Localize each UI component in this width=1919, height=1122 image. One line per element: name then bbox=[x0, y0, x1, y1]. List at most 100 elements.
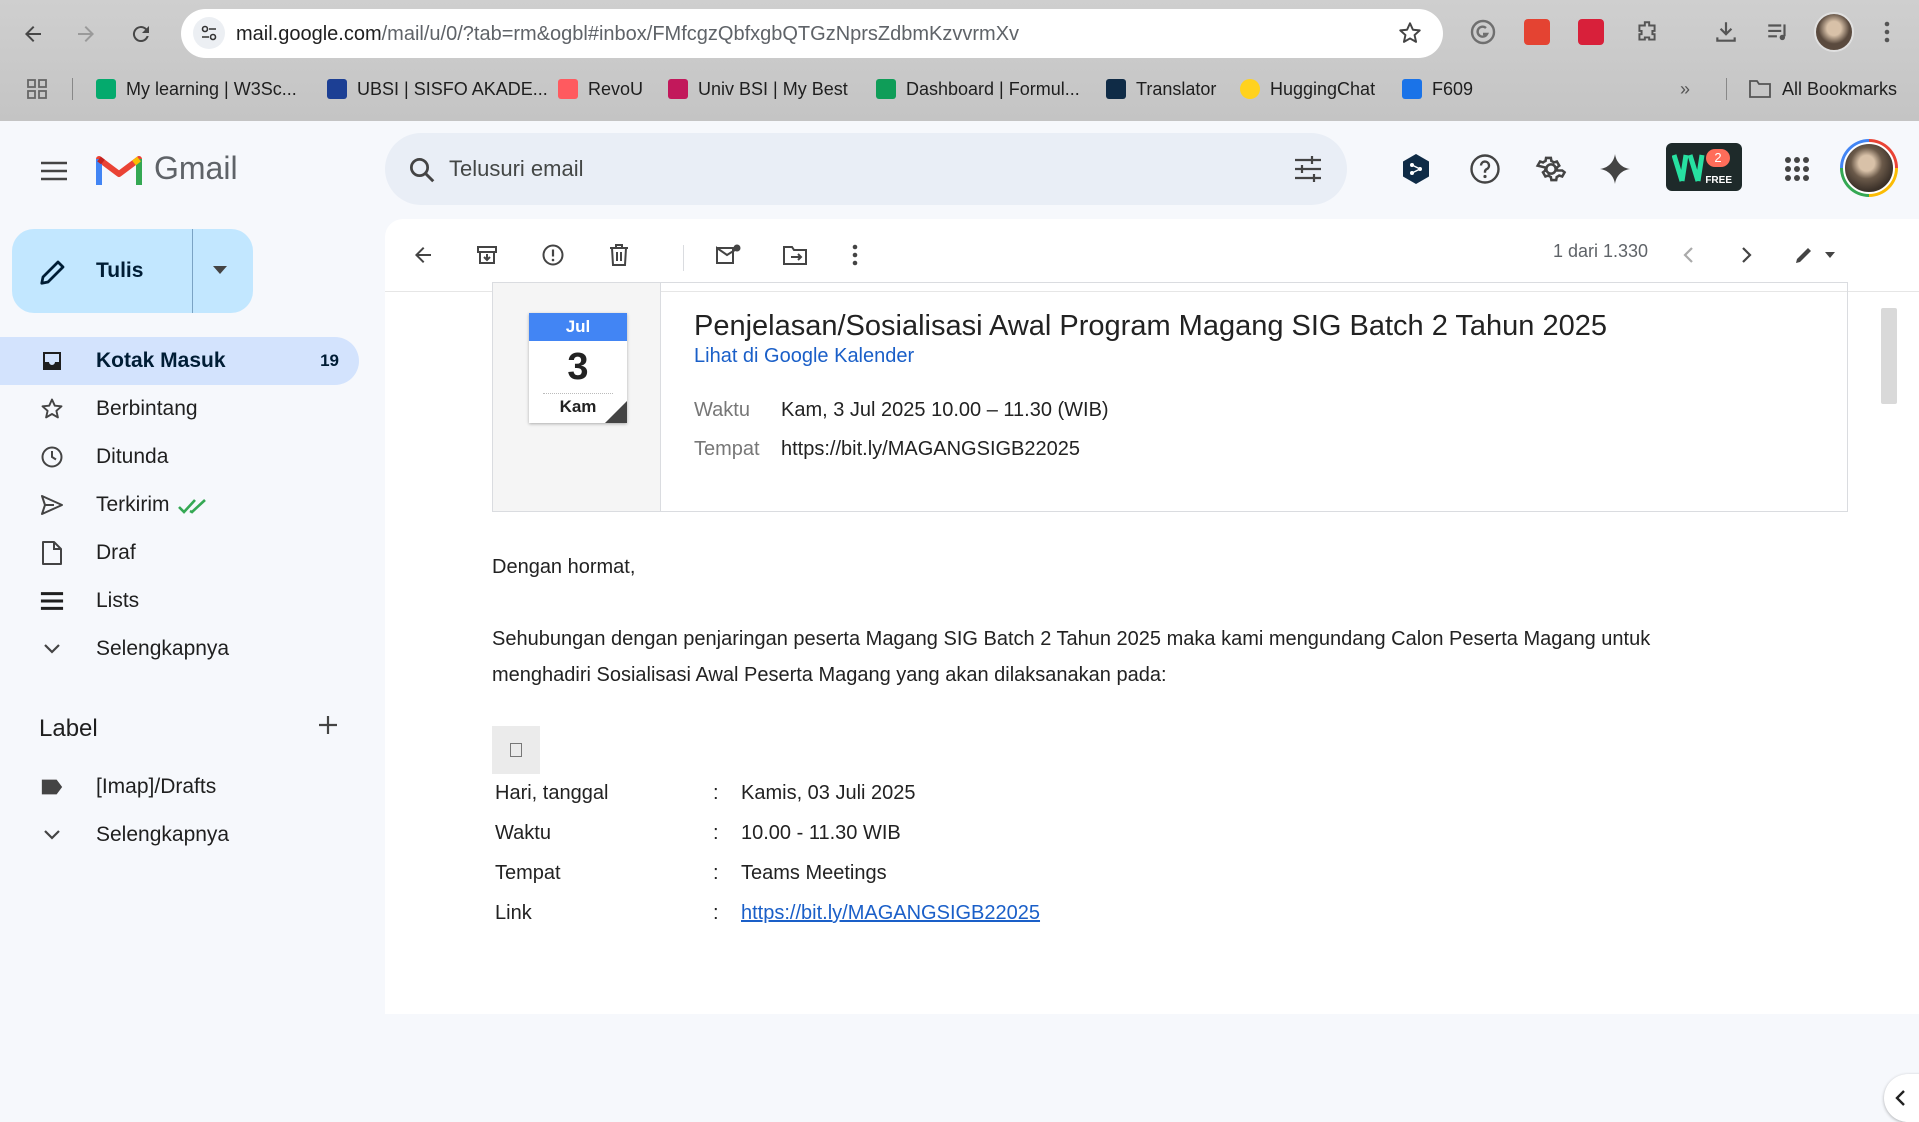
url-host: mail.google.com bbox=[236, 23, 382, 45]
search-options-icon[interactable] bbox=[1293, 155, 1323, 183]
bookmark-translator[interactable]: Translator bbox=[1106, 76, 1216, 102]
nav-lists[interactable]: Lists bbox=[0, 577, 359, 625]
delete-icon[interactable] bbox=[599, 235, 639, 275]
bookmark-label: UBSI | SISFO AKADE... bbox=[357, 78, 548, 99]
url-text[interactable]: mail.google.com/mail/u/0/?tab=rm&ogbl#in… bbox=[236, 23, 1019, 46]
search-icon[interactable] bbox=[407, 155, 437, 185]
address-bar[interactable]: mail.google.com/mail/u/0/?tab=rm&ogbl#in… bbox=[181, 9, 1443, 58]
bookmark-star-icon[interactable] bbox=[1397, 20, 1423, 46]
bookmark-dashboard[interactable]: Dashboard | Formul... bbox=[876, 76, 1080, 102]
detail-key: Link bbox=[495, 902, 532, 924]
bookmark-label: Univ BSI | My Best bbox=[698, 78, 848, 99]
bookmarks-bar: My learning | W3Sc... UBSI | SISFO AKADE… bbox=[0, 72, 1919, 106]
bookmark-huggingchat[interactable]: HuggingChat bbox=[1240, 76, 1375, 102]
download-icon[interactable] bbox=[1711, 17, 1741, 47]
input-tools-icon[interactable] bbox=[1785, 235, 1845, 275]
deepl-extension-icon[interactable] bbox=[1394, 147, 1438, 191]
label-heading: Label bbox=[39, 715, 98, 742]
grammarly-icon[interactable] bbox=[1468, 17, 1498, 47]
site-settings-icon[interactable] bbox=[193, 17, 225, 49]
move-to-icon[interactable] bbox=[775, 235, 815, 275]
zte-icon bbox=[1402, 79, 1422, 99]
profile-avatar-icon[interactable] bbox=[1814, 12, 1854, 52]
extensions-puzzle-icon[interactable] bbox=[1632, 17, 1662, 47]
search-input[interactable] bbox=[449, 151, 1229, 187]
mendeley-icon[interactable] bbox=[1576, 17, 1606, 47]
nav-starred[interactable]: Berbintang bbox=[0, 385, 359, 433]
label-icon bbox=[40, 775, 64, 799]
event-place-value: https://bit.ly/MAGANGSIGB22025 bbox=[781, 438, 1081, 460]
email-greeting: Dengan hormat, bbox=[492, 556, 636, 578]
detail-value: Kamis, 03 Juli 2025 bbox=[741, 782, 916, 804]
all-bookmarks[interactable]: All Bookmarks bbox=[1748, 76, 1897, 102]
nav-snoozed[interactable]: Ditunda bbox=[0, 433, 359, 481]
w3schools-icon bbox=[96, 79, 116, 99]
bookmark-univ-bsi[interactable]: Univ BSI | My Best bbox=[668, 76, 848, 102]
settings-gear-icon[interactable] bbox=[1529, 147, 1573, 191]
search-bar[interactable] bbox=[385, 133, 1347, 205]
deepl-icon bbox=[1106, 79, 1126, 99]
nav-more[interactable]: Selengkapnya bbox=[0, 625, 359, 673]
event-time-label: Waktu bbox=[694, 399, 750, 421]
nav-sent[interactable]: Terkirim bbox=[0, 481, 359, 529]
more-actions-icon[interactable] bbox=[835, 235, 875, 275]
calendar-month: Jul bbox=[529, 313, 627, 341]
todoist-icon[interactable] bbox=[1522, 17, 1552, 47]
bookmark-label: HuggingChat bbox=[1270, 78, 1376, 99]
detail-colon: : bbox=[713, 902, 719, 924]
chevron-down-icon bbox=[40, 637, 64, 661]
compose-options-icon[interactable] bbox=[212, 265, 228, 275]
older-chevron-icon[interactable] bbox=[1727, 235, 1767, 275]
calendar-date-icon: Jul 3 Kam bbox=[529, 313, 627, 423]
mark-unread-icon[interactable] bbox=[709, 235, 749, 275]
add-label-icon[interactable] bbox=[316, 713, 340, 737]
detail-colon: : bbox=[713, 822, 719, 844]
revou-icon bbox=[558, 79, 578, 99]
label-more[interactable]: Selengkapnya bbox=[0, 811, 359, 859]
bookmarks-overflow-icon[interactable]: » bbox=[1680, 76, 1690, 102]
extension-free-badge[interactable]: 2 FREE bbox=[1666, 143, 1742, 191]
all-bookmarks-label: All Bookmarks bbox=[1782, 78, 1898, 99]
calendar-day: 3 bbox=[567, 346, 589, 388]
report-spam-icon[interactable] bbox=[533, 235, 573, 275]
label-imap-drafts[interactable]: [Imap]/Drafts bbox=[0, 763, 359, 811]
account-avatar[interactable] bbox=[1840, 139, 1898, 197]
forward-icon[interactable] bbox=[66, 14, 106, 54]
send-icon bbox=[40, 493, 64, 517]
back-to-inbox-icon[interactable] bbox=[403, 235, 443, 275]
url-path: /mail/u/0/?tab=rm&ogbl#inbox/FMfcgzQbfxg… bbox=[381, 23, 1020, 45]
unread-count: 19 bbox=[320, 351, 339, 370]
chevron-left-icon bbox=[1895, 1090, 1905, 1106]
gmail-wordmark: Gmail bbox=[154, 150, 238, 186]
apps-grid-icon[interactable] bbox=[26, 76, 48, 102]
detail-colon: : bbox=[713, 862, 719, 884]
calendar-date-panel: Jul 3 Kam bbox=[493, 283, 661, 511]
bookmark-w3schools[interactable]: My learning | W3Sc... bbox=[96, 76, 297, 102]
extension-badge-text: FREE bbox=[1705, 175, 1732, 186]
gmail-logo[interactable]: Gmail bbox=[96, 150, 238, 187]
reload-icon[interactable] bbox=[121, 14, 161, 54]
chrome-menu-icon[interactable] bbox=[1872, 17, 1902, 47]
bookmark-f609[interactable]: F609 bbox=[1402, 76, 1473, 102]
google-apps-icon[interactable] bbox=[1775, 147, 1819, 191]
media-control-icon[interactable] bbox=[1763, 17, 1793, 47]
help-icon[interactable] bbox=[1463, 147, 1507, 191]
back-icon[interactable] bbox=[13, 14, 53, 54]
side-panel-toggle[interactable] bbox=[1884, 1074, 1919, 1122]
nav-drafts[interactable]: Draf bbox=[0, 529, 359, 577]
compose-button[interactable]: Tulis bbox=[12, 229, 253, 313]
toolbar-divider bbox=[683, 245, 684, 271]
pencil-icon bbox=[38, 257, 68, 287]
view-in-calendar-link[interactable]: Lihat di Google Kalender bbox=[694, 345, 914, 368]
scrollbar-thumb[interactable] bbox=[1881, 308, 1897, 404]
nav-inbox[interactable]: Kotak Masuk 19 bbox=[0, 337, 359, 385]
meeting-link[interactable]: https://bit.ly/MAGANGSIGB22025 bbox=[741, 902, 1040, 925]
newer-chevron-icon[interactable] bbox=[1668, 235, 1708, 275]
gemini-spark-icon[interactable] bbox=[1593, 147, 1637, 191]
nav-label: Berbintang bbox=[96, 397, 198, 420]
archive-icon[interactable] bbox=[467, 235, 507, 275]
bookmark-revou[interactable]: RevoU bbox=[558, 76, 643, 102]
main-menu-icon[interactable] bbox=[32, 149, 76, 193]
nav-label: Draf bbox=[96, 541, 136, 564]
bookmark-ubsi[interactable]: UBSI | SISFO AKADE... bbox=[327, 76, 548, 102]
